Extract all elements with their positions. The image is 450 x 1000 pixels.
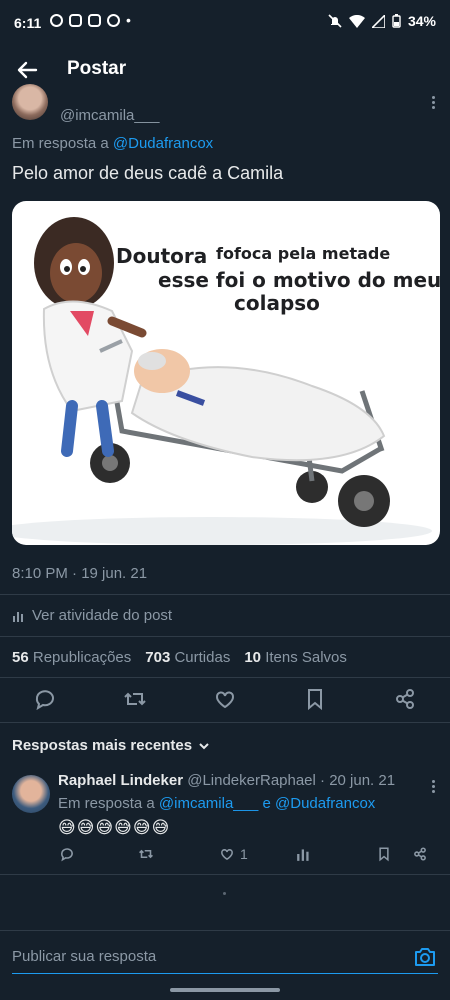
page-title: Postar: [67, 58, 127, 79]
wifi-icon: [348, 14, 365, 28]
reply-to-link[interactable]: @Dudafrancox: [113, 135, 213, 152]
reply-to-link-1[interactable]: @imcamila___: [159, 795, 258, 812]
loading-dot: [223, 892, 226, 895]
reply-author-avatar[interactable]: [12, 775, 50, 813]
back-button[interactable]: [12, 54, 44, 86]
reply-to-link-2[interactable]: @Dudafrancox: [275, 795, 375, 812]
bookmark-icon: [379, 847, 389, 862]
reply-author-name[interactable]: Raphael Lindeker: [58, 772, 183, 789]
reply-analytics-button[interactable]: [296, 843, 312, 865]
status-bar: 6:11 • 34%: [0, 0, 450, 48]
reposts-label: Republicações: [32, 649, 132, 666]
author-avatar[interactable]: [12, 84, 48, 120]
battery-icon: [392, 14, 401, 28]
whatsapp-icon: [50, 14, 63, 27]
gesture-bar: [170, 988, 280, 992]
mute-icon: [328, 14, 342, 28]
likes-label: Curtidas: [174, 649, 231, 666]
status-time: 6:11: [14, 15, 42, 31]
reposts-stat[interactable]: 56 Republicações: [12, 649, 131, 666]
repost-icon: [124, 692, 146, 706]
view-activity-link[interactable]: Ver atividade do post: [12, 607, 172, 624]
reply-context: Em resposta a @Dudafrancox: [12, 135, 213, 152]
app-notification-icon: [107, 14, 120, 27]
instagram-icon: [69, 14, 82, 27]
signal-icon: [371, 14, 385, 28]
reply-handle-date: @LindekerRaphael · 20 jun. 21: [187, 772, 396, 789]
divider: [0, 636, 450, 637]
chevron-down-icon: [199, 742, 209, 749]
analytics-icon: [297, 849, 309, 861]
post-stats: 56 Republicações 703 Curtidas 10 Itens S…: [12, 649, 347, 666]
reply-prefix: Em resposta a: [58, 795, 155, 812]
reply-repost-button[interactable]: [137, 843, 155, 865]
saves-label: Itens Salvos: [265, 649, 347, 666]
image-text-motivo: esse foi o motivo do meu: [158, 268, 440, 292]
reply-prefix: Em resposta a: [12, 135, 109, 152]
repost-icon: [139, 849, 153, 859]
reply-reply-button[interactable]: [58, 843, 76, 865]
reply-conj: e: [262, 795, 271, 812]
share-icon: [396, 689, 414, 709]
divider: [0, 722, 450, 723]
heart-icon: [216, 691, 234, 709]
heart-icon: [221, 849, 233, 861]
replies-sort-label: Respostas mais recentes: [12, 737, 193, 754]
post-text: Pelo amor de deus cadê a Camila: [12, 163, 284, 183]
battery-level: 34%: [407, 13, 436, 29]
notification-icons: •: [50, 12, 131, 28]
reply-actions-bar: 1: [0, 843, 450, 867]
post-image[interactable]: Doutora fofoca pela metade esse foi o mo…: [12, 201, 440, 545]
share-icon: [414, 847, 426, 861]
reply-button[interactable]: [31, 685, 59, 713]
replies-sort-dropdown[interactable]: Respostas mais recentes: [12, 737, 210, 754]
reply-header: Raphael Lindeker @LindekerRaphael · 20 j…: [58, 772, 395, 789]
divider: [0, 930, 450, 931]
view-activity-label: Ver atividade do post: [32, 607, 173, 624]
reply-context: Em resposta a @imcamila___ e @Dudafranco…: [58, 795, 375, 812]
reply-more-options-button[interactable]: [430, 778, 436, 795]
divider: [0, 677, 450, 678]
compose-underline: [12, 973, 438, 974]
post-timestamp: 8:10 PM · 19 jun. 21: [12, 565, 148, 582]
reply-like-count: 1: [240, 846, 248, 862]
reposts-count: 56: [12, 649, 29, 666]
reply-bookmark-button[interactable]: [375, 843, 393, 865]
divider: [0, 594, 450, 595]
author-handle[interactable]: @imcamila___: [60, 107, 159, 124]
system-icons: 34%: [328, 13, 436, 29]
image-text-colapso: colapso: [234, 291, 320, 315]
saves-count: 10: [244, 649, 262, 666]
instagram-icon: [88, 14, 101, 27]
arrow-left-icon: [17, 61, 38, 79]
bookmark-button[interactable]: [301, 685, 329, 713]
reply-share-button[interactable]: [411, 843, 429, 865]
camera-icon: [415, 948, 435, 966]
reply-icon: [61, 848, 73, 862]
image-text-doutora: Doutora: [116, 244, 207, 268]
meme-illustration: Doutora fofoca pela metade esse foi o mo…: [12, 217, 440, 545]
reply-icon: [35, 690, 54, 711]
saves-stat[interactable]: 10 Itens Salvos: [244, 649, 347, 666]
reply-like-button[interactable]: 1: [218, 843, 248, 865]
post-actions-bar: [0, 685, 450, 717]
more-notifications-icon: •: [126, 12, 131, 28]
top-app-bar: Postar: [0, 48, 450, 92]
likes-stat[interactable]: 703 Curtidas: [145, 649, 230, 666]
likes-count: 703: [145, 649, 171, 666]
bookmark-icon: [308, 689, 322, 711]
repost-button[interactable]: [121, 685, 149, 713]
divider: [0, 874, 450, 875]
share-button[interactable]: [391, 685, 419, 713]
reply-compose-input[interactable]: Publicar sua resposta: [12, 948, 156, 965]
camera-button[interactable]: [412, 944, 438, 970]
analytics-icon: [13, 611, 23, 622]
like-button[interactable]: [211, 685, 239, 713]
reply-text: 😅😅😅😅😅😅: [58, 818, 171, 837]
image-text-fofoca: fofoca pela metade: [216, 244, 390, 263]
more-options-button[interactable]: [430, 94, 436, 111]
